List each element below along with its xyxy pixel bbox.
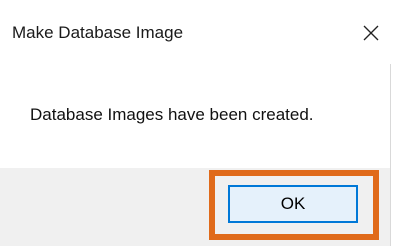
dialog-message: Database Images have been created. <box>30 105 314 124</box>
close-icon <box>363 25 379 41</box>
ok-button[interactable]: OK <box>228 185 358 223</box>
close-button[interactable] <box>356 18 386 48</box>
message-dialog: Make Database Image Database Images have… <box>0 0 391 246</box>
dialog-title: Make Database Image <box>12 23 184 42</box>
title-bar[interactable]: Make Database Image <box>0 0 391 64</box>
